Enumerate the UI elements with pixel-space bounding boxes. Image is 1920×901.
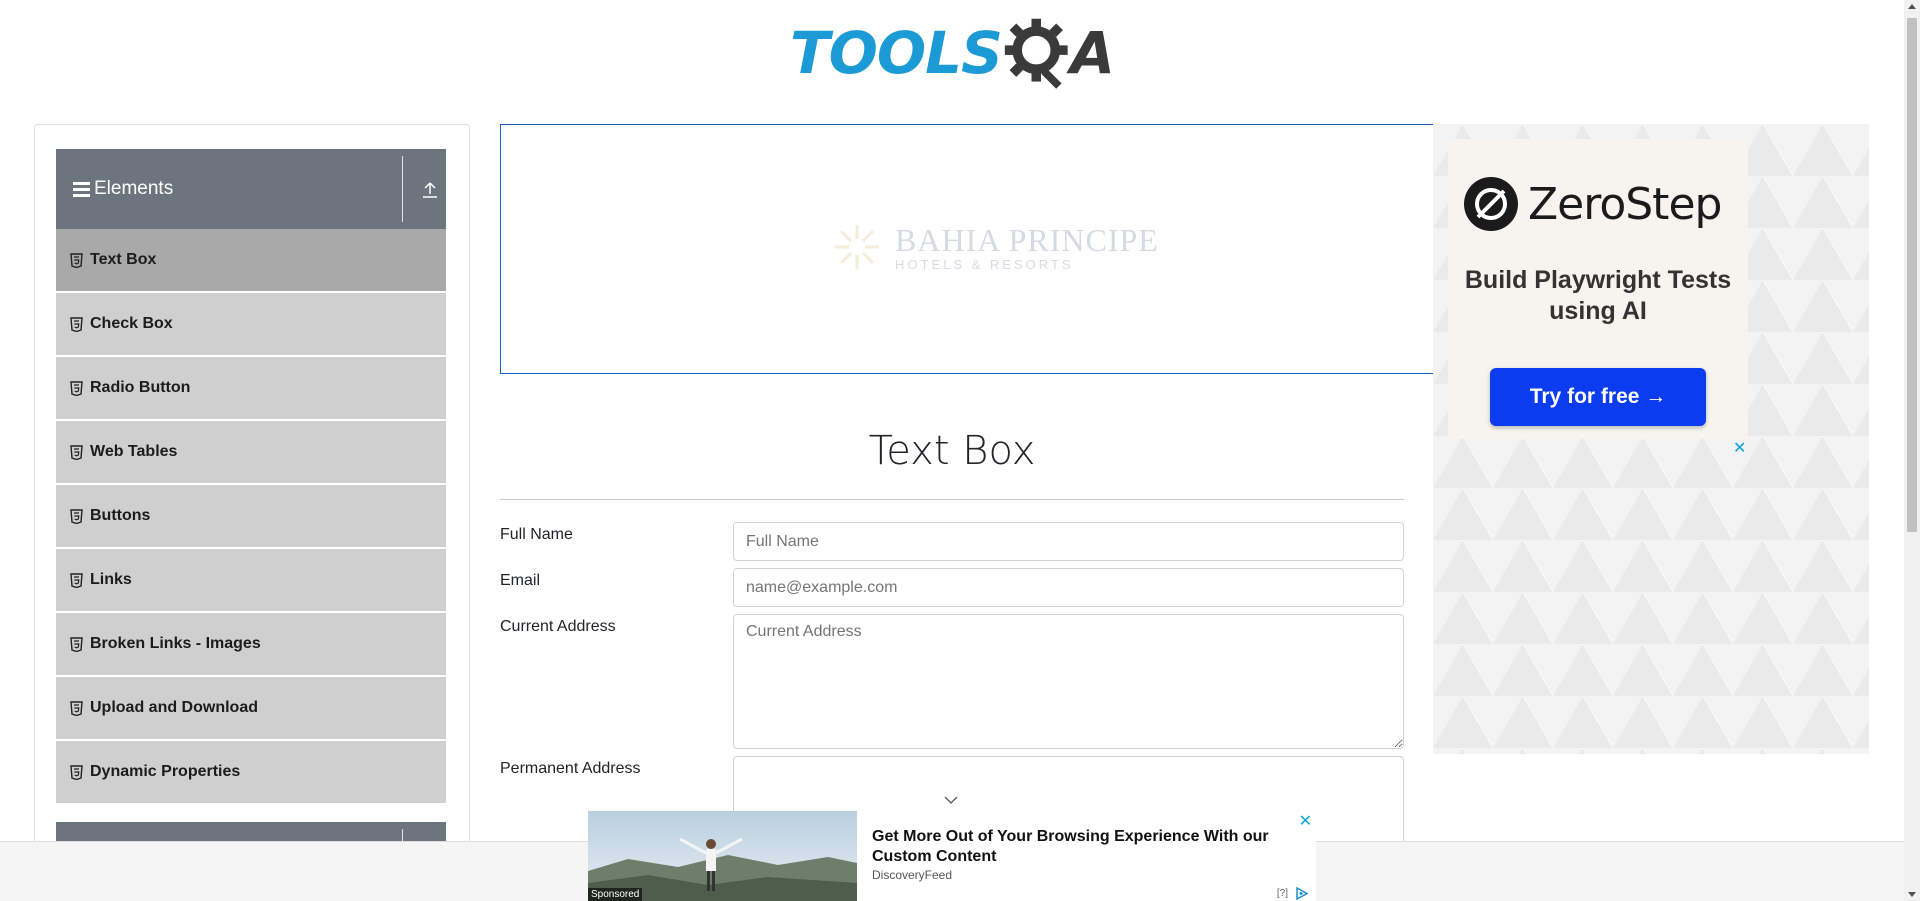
- zerostep-brand-name: ZeroStep: [1528, 178, 1722, 230]
- full-name-label: Full Name: [500, 526, 573, 543]
- sidebar-item-label: Broken Links - Images: [90, 635, 261, 652]
- collapse-up-icon[interactable]: [422, 181, 438, 199]
- html5-icon: [70, 636, 83, 652]
- sidebar-item-label: Upload and Download: [90, 699, 258, 716]
- sponsored-label: Sponsored: [588, 888, 643, 901]
- email-label: Email: [500, 572, 541, 589]
- sidebar-group-elements[interactable]: Elements: [56, 149, 446, 229]
- sidebar-item-text-box[interactable]: Text Box: [56, 229, 446, 293]
- ad-help-link[interactable]: [?]: [1277, 888, 1288, 899]
- scroll-up-icon[interactable]: [1908, 4, 1916, 9]
- sidebar-item-label: Text Box: [90, 251, 157, 268]
- page: TOOLS A Elements Text Box Check Box Radi…: [0, 0, 1920, 901]
- sidebar-group-title: Elements: [94, 178, 174, 199]
- bottom-ad-source: DiscoveryFeed: [872, 868, 953, 882]
- sidebar-item-label: Check Box: [90, 315, 173, 332]
- logo-text-tools: TOOLS: [790, 19, 1003, 87]
- ad-photo: Sponsored: [588, 811, 857, 901]
- chevron-down-icon[interactable]: [944, 795, 958, 805]
- sidebar-item-label: Links: [90, 571, 132, 588]
- html5-icon: [70, 700, 83, 716]
- html5-icon: [70, 572, 83, 588]
- main-header: Text Box: [500, 424, 1404, 500]
- adchoices-icon[interactable]: [1294, 887, 1310, 900]
- hamburger-icon: [73, 181, 90, 197]
- banner-ad-brand: BAHIA PRINCIPE HOTELS & RESORTS: [831, 221, 1159, 273]
- scrollbar-thumb[interactable]: [1907, 18, 1917, 532]
- zerostep-headline: Build Playwright Tests using AI: [1464, 266, 1732, 325]
- current-address-row: Current Address: [500, 614, 1404, 750]
- html5-icon: [70, 380, 83, 396]
- zerostep-logo: ZeroStep: [1464, 177, 1722, 231]
- html5-icon: [70, 508, 83, 524]
- bottom-sticky-ad[interactable]: Sponsored Get More Out of Your Browsing …: [588, 811, 1316, 901]
- sidebar-item-upload-and-download[interactable]: Upload and Download: [56, 677, 446, 741]
- banner-ad-line2: HOTELS & RESORTS: [895, 257, 1074, 272]
- try-for-free-button[interactable]: Try for free →: [1490, 368, 1706, 426]
- sidebar-item-broken-links-images[interactable]: Broken Links - Images: [56, 613, 446, 677]
- gear-magnifier-icon: [1004, 18, 1068, 89]
- bottom-ad-close-icon[interactable]: ✕: [1299, 811, 1312, 831]
- sidebar-item-label: Dynamic Properties: [90, 763, 241, 780]
- zerostep-ad-card[interactable]: ZeroStep Build Playwright Tests using AI…: [1448, 139, 1748, 439]
- scroll-down-icon[interactable]: [1908, 892, 1916, 897]
- html5-icon: [70, 252, 83, 268]
- zerostep-logo-icon: [1464, 177, 1518, 231]
- right-ad[interactable]: ZeroStep Build Playwright Tests using AI…: [1433, 124, 1869, 754]
- full-name-row: Full Name: [500, 522, 1404, 562]
- html5-icon: [70, 764, 83, 780]
- sidebar-item-web-tables[interactable]: Web Tables: [56, 421, 446, 485]
- sidebar-item-check-box[interactable]: Check Box: [56, 293, 446, 357]
- sidebar-item-dynamic-properties[interactable]: Dynamic Properties: [56, 741, 446, 805]
- full-name-input[interactable]: [733, 522, 1404, 561]
- current-address-textarea[interactable]: [733, 614, 1404, 749]
- current-address-label: Current Address: [500, 618, 616, 635]
- email-row: Email: [500, 568, 1404, 608]
- sidebar-item-radio-button[interactable]: Radio Button: [56, 357, 446, 421]
- html5-icon: [70, 316, 83, 332]
- right-ad-close-icon[interactable]: ✕: [1733, 438, 1746, 458]
- bottom-ad-headline[interactable]: Get More Out of Your Browsing Experience…: [872, 827, 1282, 867]
- sun-logo-icon: [835, 225, 879, 269]
- sidebar-item-label: Radio Button: [90, 379, 191, 396]
- logo-text-a: A: [1070, 19, 1115, 87]
- page-scrollbar[interactable]: [1904, 0, 1920, 901]
- email-input[interactable]: [733, 568, 1404, 607]
- banner-ad-line1: BAHIA PRINCIPE: [895, 222, 1159, 258]
- page-title: Text Box: [868, 428, 1036, 474]
- html5-icon: [70, 444, 83, 460]
- permanent-address-label: Permanent Address: [500, 760, 641, 777]
- header-divider: [402, 156, 403, 222]
- sidebar-item-buttons[interactable]: Buttons: [56, 485, 446, 549]
- sidebar-item-label: Buttons: [90, 507, 151, 524]
- sidebar-item-label: Web Tables: [90, 443, 178, 460]
- banner-ad[interactable]: BAHIA PRINCIPE HOTELS & RESORTS: [500, 124, 1435, 374]
- sidebar-menu: Text Box Check Box Radio Button Web Tables B…: [56, 229, 446, 805]
- sidebar-item-links[interactable]: Links: [56, 549, 446, 613]
- toolsqa-logo[interactable]: TOOLS A: [790, 14, 1115, 92]
